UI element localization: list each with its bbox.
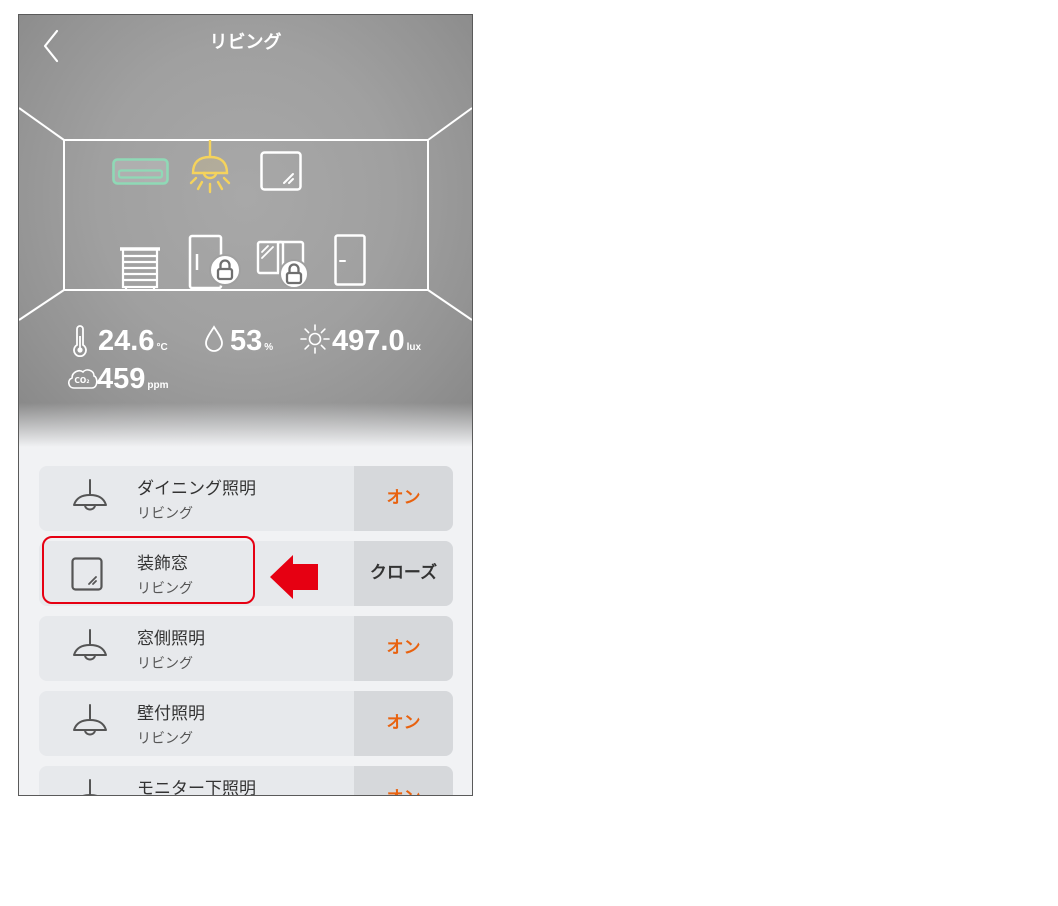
annotation-left-arrow-icon <box>270 555 318 599</box>
device-row-dining-light[interactable]: ダイニング照明 リビング オン <box>39 466 453 531</box>
device-room: リビング <box>137 731 193 747</box>
device-action-button[interactable]: クローズ <box>354 541 453 606</box>
pendant-lamp-icon <box>73 479 107 511</box>
device-action-button[interactable]: オン <box>354 766 453 795</box>
device-name: ダイニング照明 <box>137 479 256 499</box>
device-action-button[interactable]: オン <box>354 691 453 756</box>
locked-door-icon <box>188 234 241 290</box>
phone-screen: リビング 24.6 °C 53 % 497.0 lux CO₂ 459 ppm … <box>18 14 473 796</box>
blind-icon <box>120 247 160 290</box>
device-room: リビング <box>137 506 193 522</box>
room-device-blind[interactable] <box>119 246 161 291</box>
room-device-door[interactable] <box>334 234 367 287</box>
pendant-lamp-icon <box>73 704 107 736</box>
room-device-locked-window[interactable] <box>256 240 310 290</box>
ceiling-lamp-icon <box>189 140 231 194</box>
room-device-air-conditioner[interactable] <box>112 158 169 185</box>
pendant-lamp-icon <box>82 779 98 795</box>
device-name: 窓側照明 <box>137 629 205 649</box>
device-name: モニター下照明 <box>137 779 256 796</box>
temperature-readout: 24.6 °C <box>98 327 168 356</box>
co2-icon-label: CO₂ <box>74 376 89 385</box>
co2-value: 459 <box>97 363 146 395</box>
humidity-readout: 53 % <box>230 327 273 356</box>
device-name: 壁付照明 <box>137 704 205 724</box>
sun-icon <box>300 324 330 354</box>
illuminance-value: 497.0 <box>332 325 405 357</box>
illuminance-unit: lux <box>406 342 422 353</box>
page-title: リビング <box>209 32 282 53</box>
temperature-unit: °C <box>156 342 168 353</box>
temperature-value: 24.6 <box>98 325 155 357</box>
room-device-ceiling-lamp[interactable] <box>188 140 232 196</box>
window-icon <box>260 151 302 191</box>
humidity-unit: % <box>264 342 274 353</box>
locked-window-icon <box>256 240 309 289</box>
door-icon <box>334 234 366 286</box>
annotation-highlight-box <box>42 536 255 604</box>
co2-unit: ppm <box>147 380 169 391</box>
device-room: リビング <box>137 656 193 672</box>
co2-readout: 459 ppm <box>97 365 169 394</box>
thermometer-icon <box>73 325 87 357</box>
humidity-value: 53 <box>230 325 263 357</box>
room-device-locked-door[interactable] <box>188 234 242 291</box>
room-hero: リビング 24.6 °C 53 % 497.0 lux CO₂ 459 ppm <box>19 15 472 447</box>
room-device-window[interactable] <box>260 151 302 191</box>
device-row-window-side-light[interactable]: 窓側照明 リビング オン <box>39 616 453 681</box>
pendant-lamp-icon <box>73 629 107 661</box>
water-drop-icon <box>205 325 223 352</box>
device-action-button[interactable]: オン <box>354 616 453 681</box>
device-action-button[interactable]: オン <box>354 466 453 531</box>
co2-icon: CO₂ <box>68 369 98 389</box>
illuminance-readout: 497.0 lux <box>332 327 421 356</box>
device-row-wall-light[interactable]: 壁付照明 リビング オン <box>39 691 453 756</box>
air-conditioner-icon <box>112 158 169 185</box>
device-row-monitor-light[interactable]: モニター下照明 オン <box>39 766 453 796</box>
